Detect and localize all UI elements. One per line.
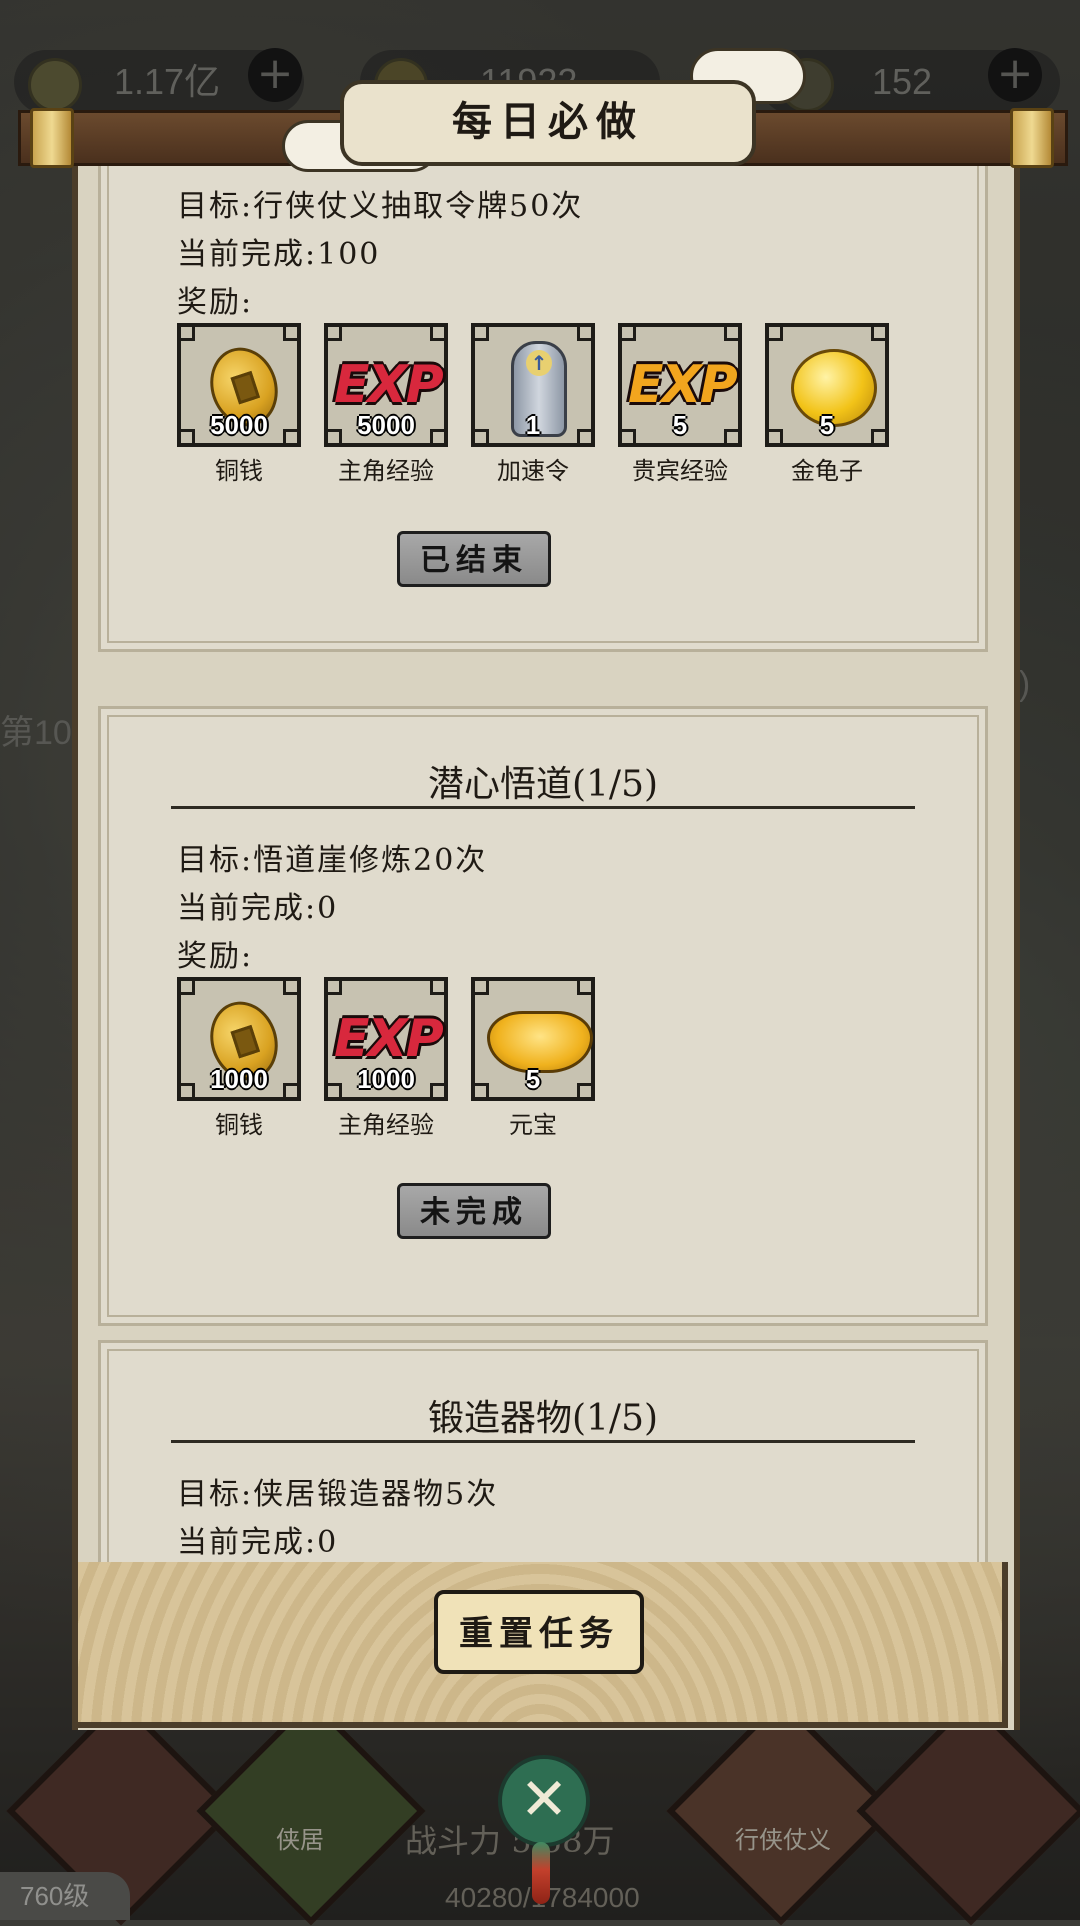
reward-name: 铜钱 xyxy=(215,457,263,485)
scroll-cap-right xyxy=(1010,108,1054,168)
scroll-cap-left xyxy=(30,108,74,168)
task-card: 锻造器物(1/5) 目标:侠居锻造器物5次 当前完成:0 xyxy=(98,1340,988,1562)
reward-corner-decoration xyxy=(871,323,889,341)
reward-corner-decoration xyxy=(177,1083,195,1101)
exp-red-icon: EXP xyxy=(334,355,444,415)
reward-corner-decoration xyxy=(283,323,301,341)
tassel-decoration xyxy=(532,1842,550,1904)
reward-name: 主角经验 xyxy=(338,1111,434,1139)
task-card: 潜心悟道(1/5) 目标:悟道崖修炼20次 当前完成:0 奖励: 1000 铜钱… xyxy=(98,706,988,1326)
task-goal: 目标:侠居锻造器物5次 xyxy=(177,1477,499,1512)
reward-corner-decoration xyxy=(430,977,448,995)
task-progress: 当前完成:100 xyxy=(177,237,381,272)
reward-corner-decoration xyxy=(324,429,342,447)
reward-corner-decoration xyxy=(430,1083,448,1101)
reward-corner-decoration xyxy=(324,323,342,341)
reward-corner-decoration xyxy=(177,323,195,341)
reward-quantity: 1000 xyxy=(357,1064,415,1094)
reward-corner-decoration xyxy=(577,977,595,995)
reward-quantity: 1000 xyxy=(210,1064,268,1094)
reward-corner-decoration xyxy=(577,1083,595,1101)
reward-item[interactable]: 5 金龟子 xyxy=(765,323,895,486)
reward-corner-decoration xyxy=(430,323,448,341)
task-title: 锻造器物(1/5) xyxy=(427,1398,659,1439)
reward-item[interactable]: 5000 铜钱 xyxy=(177,323,307,486)
reward-corner-decoration xyxy=(471,323,489,341)
reward-corner-decoration xyxy=(283,429,301,447)
task-goal: 目标:悟道崖修炼20次 xyxy=(177,843,488,878)
reward-corner-decoration xyxy=(177,429,195,447)
reward-corner-decoration xyxy=(724,323,742,341)
task-status-button[interactable]: 已结束 xyxy=(397,531,551,587)
reward-slot: 5000 xyxy=(177,323,301,447)
reward-quantity: 5 xyxy=(525,1064,541,1094)
reward-slot: EXP 5 xyxy=(618,323,742,447)
reward-slot: EXP 1000 xyxy=(324,977,448,1101)
task-status-button[interactable]: 未完成 xyxy=(397,1183,551,1239)
reward-corner-decoration xyxy=(177,977,195,995)
reward-corner-decoration xyxy=(471,977,489,995)
task-title: 潜心悟道(1/5) xyxy=(427,764,659,805)
reward-corner-decoration xyxy=(430,429,448,447)
reward-corner-decoration xyxy=(724,429,742,447)
reward-corner-decoration xyxy=(577,323,595,341)
reward-slot: 1 xyxy=(471,323,595,447)
reward-name: 加速令 xyxy=(497,457,569,485)
reward-slot: 1000 xyxy=(177,977,301,1101)
reward-corner-decoration xyxy=(283,1083,301,1101)
task-list[interactable]: 目标:行侠仗义抽取令牌50次 当前完成:100 奖励: 5000 铜钱 EXP … xyxy=(84,160,996,1562)
reward-item[interactable]: 5 元宝 xyxy=(471,977,601,1140)
reward-name: 贵宾经验 xyxy=(632,457,728,485)
reward-corner-decoration xyxy=(871,429,889,447)
task-progress: 当前完成:0 xyxy=(177,1525,339,1560)
reward-corner-decoration xyxy=(618,429,636,447)
reward-corner-decoration xyxy=(324,1083,342,1101)
dialog-title: 每日必做 xyxy=(340,80,756,166)
reward-item[interactable]: EXP 1000 主角经验 xyxy=(324,977,454,1140)
reward-slot: 5 xyxy=(471,977,595,1101)
reward-quantity: 5 xyxy=(819,410,835,440)
reward-corner-decoration xyxy=(618,323,636,341)
reward-item[interactable]: 1000 铜钱 xyxy=(177,977,307,1140)
task-card: 目标:行侠仗义抽取令牌50次 当前完成:100 奖励: 5000 铜钱 EXP … xyxy=(98,160,988,652)
reward-corner-decoration xyxy=(283,977,301,995)
task-reward-label: 奖励: xyxy=(177,939,254,974)
reward-quantity: 5000 xyxy=(357,410,415,440)
reward-item[interactable]: 1 加速令 xyxy=(471,323,601,486)
reward-quantity: 5 xyxy=(672,410,688,440)
reward-name: 元宝 xyxy=(509,1111,557,1139)
task-goal: 目标:行侠仗义抽取令牌50次 xyxy=(177,189,584,224)
reward-corner-decoration xyxy=(577,429,595,447)
close-icon[interactable]: ✕ xyxy=(498,1755,590,1847)
reward-name: 主角经验 xyxy=(338,457,434,485)
task-progress: 当前完成:0 xyxy=(177,891,339,926)
reward-item[interactable]: EXP 5000 主角经验 xyxy=(324,323,454,486)
reward-corner-decoration xyxy=(765,323,783,341)
exp-gold-icon: EXP xyxy=(628,355,738,415)
reward-item[interactable]: EXP 5 贵宾经验 xyxy=(618,323,748,486)
exp-red-icon: EXP xyxy=(334,1009,444,1069)
reward-corner-decoration xyxy=(765,429,783,447)
reward-slot: 5 xyxy=(765,323,889,447)
task-divider xyxy=(171,806,915,809)
reset-tasks-button[interactable]: 重置任务 xyxy=(434,1590,644,1674)
reward-quantity: 5000 xyxy=(210,410,268,440)
reward-corner-decoration xyxy=(324,977,342,995)
reward-name: 铜钱 xyxy=(215,1111,263,1139)
reward-quantity: 1 xyxy=(525,410,541,440)
reward-slot: EXP 5000 xyxy=(324,323,448,447)
task-reward-label: 奖励: xyxy=(177,285,254,320)
reward-corner-decoration xyxy=(471,429,489,447)
reward-name: 金龟子 xyxy=(791,457,863,485)
reward-corner-decoration xyxy=(471,1083,489,1101)
task-divider xyxy=(171,1440,915,1443)
